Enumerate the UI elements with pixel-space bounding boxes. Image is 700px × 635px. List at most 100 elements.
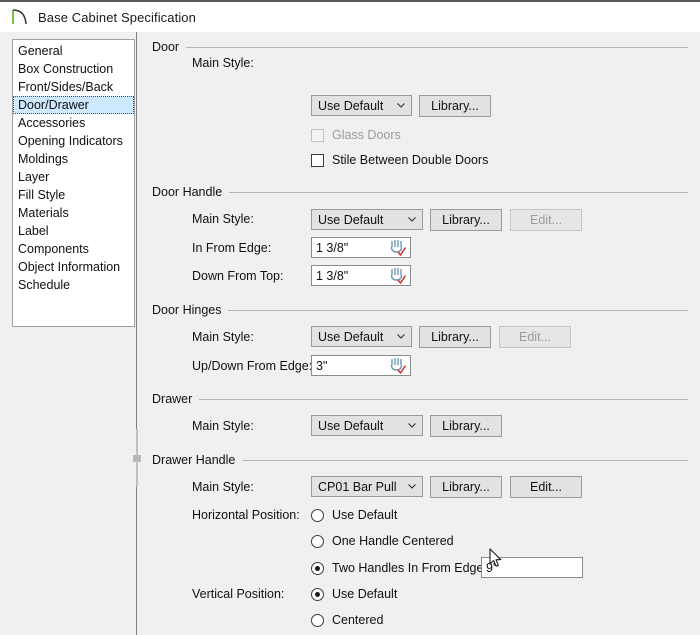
- sidebar-item-components[interactable]: Components: [13, 240, 134, 258]
- dimension-pick-icon[interactable]: [387, 239, 407, 256]
- door-hinges-edit-button[interactable]: Edit...: [499, 326, 571, 348]
- door-main-style-value: Use Default: [318, 98, 384, 113]
- drawer-main-style-dropdown[interactable]: Use Default: [311, 415, 423, 436]
- in-from-edge-value: 1 3/8": [316, 240, 349, 255]
- down-from-top-input[interactable]: 1 3/8": [311, 265, 411, 286]
- horizontal-two-handles-radio[interactable]: [311, 561, 324, 575]
- group-door: Door: [152, 40, 688, 54]
- group-door-header: Door: [152, 40, 688, 54]
- group-door-hinges-label: Door Hinges: [152, 303, 222, 317]
- vertical-centered-radio[interactable]: [311, 613, 324, 627]
- horizontal-one-handle-centered-label: One Handle Centered: [332, 534, 454, 548]
- stile-between-double-doors-row[interactable]: Stile Between Double Doors: [311, 153, 488, 167]
- group-door-handle-rule: [229, 191, 688, 193]
- door-handle-main-style-row: Main Style:: [192, 212, 254, 226]
- splitter-grip-dot[interactable]: [133, 455, 141, 462]
- down-from-top-value: 1 3/8": [316, 268, 349, 283]
- drawer-main-style-label: Main Style:: [192, 419, 254, 433]
- drawer-main-style-value: Use Default: [318, 418, 384, 433]
- drawer-main-style-row: Main Style:: [192, 419, 254, 433]
- group-drawer-label: Drawer: [152, 392, 193, 406]
- vertical-position-label: Vertical Position:: [192, 587, 285, 601]
- group-door-rule: [186, 46, 688, 48]
- group-door-hinges: Door Hinges: [152, 303, 688, 317]
- in-from-edge-label: In From Edge:: [192, 241, 272, 255]
- door-handle-main-style-label: Main Style:: [192, 212, 254, 226]
- up-down-from-edge-label: Up/Down From Edge:: [192, 359, 313, 373]
- glass-doors-checkbox[interactable]: [311, 128, 324, 142]
- chevron-down-icon: [402, 217, 422, 222]
- horizontal-position-label: Horizontal Position:: [192, 508, 300, 522]
- horizontal-one-handle-centered-row[interactable]: One Handle Centered: [311, 534, 454, 548]
- door-handle-edit-button[interactable]: Edit...: [510, 209, 582, 231]
- drawer-handle-edit-button[interactable]: Edit...: [510, 476, 582, 498]
- in-from-edge-row: In From Edge:: [192, 241, 271, 255]
- sidebar-item-accessories[interactable]: Accessories: [13, 114, 134, 132]
- sidebar-item-object-information[interactable]: Object Information: [13, 258, 134, 276]
- sidebar-item-materials[interactable]: Materials: [13, 204, 134, 222]
- dialog-content: General Box Construction Front/Sides/Bac…: [0, 32, 700, 635]
- panel-divider: [136, 32, 137, 635]
- door-library-button[interactable]: Library...: [419, 95, 491, 117]
- category-list[interactable]: General Box Construction Front/Sides/Bac…: [12, 39, 135, 327]
- door-main-style-row: Main Style:: [192, 56, 254, 70]
- group-drawer-header: Drawer: [152, 392, 688, 406]
- drawer-handle-library-button[interactable]: Library...: [430, 476, 502, 498]
- sidebar-item-moldings[interactable]: Moldings: [13, 150, 134, 168]
- drawer-handle-main-style-dropdown[interactable]: CP01 Bar Pull: [311, 476, 423, 497]
- dimension-pick-icon[interactable]: [387, 357, 407, 374]
- group-drawer-handle-rule: [242, 459, 688, 461]
- group-drawer: Drawer: [152, 392, 688, 406]
- sidebar-item-schedule[interactable]: Schedule: [13, 276, 134, 294]
- group-drawer-handle-label: Drawer Handle: [152, 453, 236, 467]
- door-handle-main-style-value: Use Default: [318, 212, 384, 227]
- group-door-handle-header: Door Handle: [152, 185, 688, 199]
- group-drawer-handle-header: Drawer Handle: [152, 453, 688, 467]
- sidebar-item-door-drawer[interactable]: Door/Drawer: [13, 96, 134, 114]
- horizontal-one-handle-centered-radio[interactable]: [311, 534, 324, 548]
- sidebar-item-fill-style[interactable]: Fill Style: [13, 186, 134, 204]
- title-bar: Base Cabinet Specification: [0, 0, 700, 32]
- two-handles-in-from-edge-value: 9": [486, 560, 498, 575]
- vertical-use-default-radio[interactable]: [311, 587, 324, 601]
- stile-between-double-doors-label: Stile Between Double Doors: [332, 153, 489, 167]
- chevron-down-icon: [391, 103, 411, 108]
- door-hinges-main-style-label: Main Style:: [192, 330, 254, 344]
- sidebar-item-box-construction[interactable]: Box Construction: [13, 60, 134, 78]
- door-handle-library-button[interactable]: Library...: [430, 209, 502, 231]
- up-down-from-edge-input[interactable]: 3": [311, 355, 411, 376]
- sidebar-item-label[interactable]: Label: [13, 222, 134, 240]
- vertical-centered-row[interactable]: Centered: [311, 613, 383, 627]
- door-main-style-label: Main Style:: [192, 56, 254, 70]
- door-handle-main-style-dropdown[interactable]: Use Default: [311, 209, 423, 230]
- horizontal-position-row: Horizontal Position:: [192, 508, 300, 522]
- up-down-from-edge-value: 3": [316, 358, 328, 373]
- sidebar-item-general[interactable]: General: [13, 42, 134, 60]
- drawer-library-button[interactable]: Library...: [430, 415, 502, 437]
- door-hinges-main-style-dropdown[interactable]: Use Default: [311, 326, 412, 347]
- two-handles-in-from-edge-input[interactable]: 9": [481, 557, 583, 578]
- group-drawer-handle: Drawer Handle: [152, 453, 688, 467]
- vertical-use-default-row[interactable]: Use Default: [311, 587, 397, 601]
- door-main-style-dropdown[interactable]: Use Default: [311, 95, 412, 116]
- door-hinges-library-button[interactable]: Library...: [419, 326, 491, 348]
- down-from-top-row: Down From Top:: [192, 269, 283, 283]
- up-down-from-edge-row: Up/Down From Edge:: [192, 359, 312, 373]
- dimension-pick-icon[interactable]: [387, 267, 407, 284]
- glass-doors-checkbox-row[interactable]: Glass Doors: [311, 128, 401, 142]
- sidebar-item-front-sides-back[interactable]: Front/Sides/Back: [13, 78, 134, 96]
- chevron-down-icon: [402, 423, 422, 428]
- group-door-hinges-header: Door Hinges: [152, 303, 688, 317]
- drawer-handle-main-style-label: Main Style:: [192, 480, 254, 494]
- horizontal-use-default-radio[interactable]: [311, 508, 324, 522]
- horizontal-two-handles-label: Two Handles In From Edge:: [332, 561, 487, 575]
- down-from-top-label: Down From Top:: [192, 269, 284, 283]
- horizontal-use-default-label: Use Default: [332, 508, 398, 522]
- chevron-down-icon: [402, 484, 422, 489]
- stile-between-double-doors-checkbox[interactable]: [311, 153, 324, 167]
- sidebar-item-opening-indicators[interactable]: Opening Indicators: [13, 132, 134, 150]
- horizontal-use-default-row[interactable]: Use Default: [311, 508, 397, 522]
- sidebar-item-layer[interactable]: Layer: [13, 168, 134, 186]
- horizontal-two-handles-row[interactable]: Two Handles In From Edge:: [311, 561, 487, 575]
- in-from-edge-input[interactable]: 1 3/8": [311, 237, 411, 258]
